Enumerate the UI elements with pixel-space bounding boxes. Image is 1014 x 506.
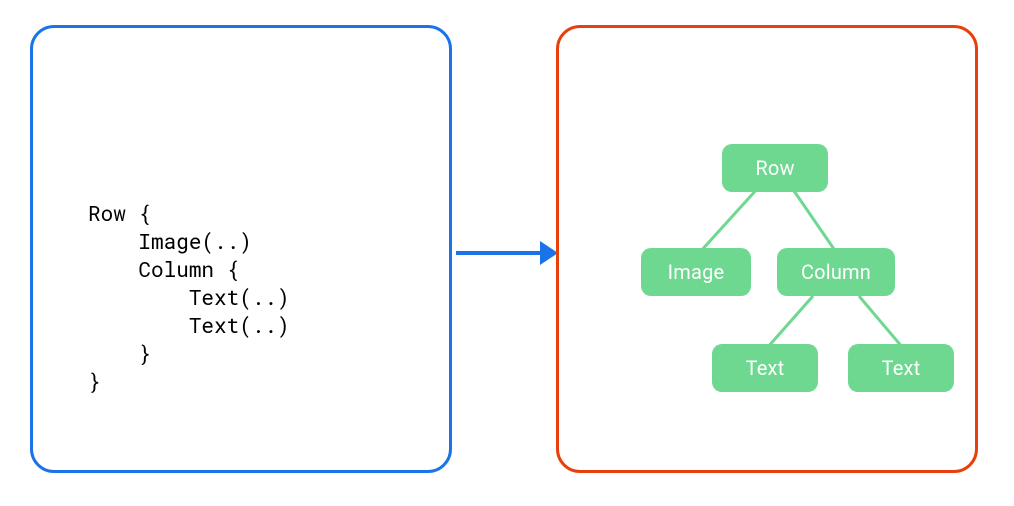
- code-block: Row { Image(..) Column { Text(..) Text(.…: [88, 199, 290, 395]
- code-line: Text(..): [88, 311, 290, 339]
- tree-node-image: Image: [641, 248, 751, 296]
- tree-node-text-left: Text: [712, 344, 818, 392]
- tree-node-label: Text: [882, 356, 921, 380]
- arrow-icon: [456, 245, 556, 261]
- code-line: Image(..): [88, 227, 252, 255]
- tree-node-root: Row: [722, 144, 828, 192]
- code-line: Text(..): [88, 283, 290, 311]
- tree-connectors: [559, 28, 975, 470]
- tree-node-label: Row: [755, 156, 794, 180]
- code-line: Row {: [88, 199, 151, 227]
- tree-node-label: Text: [746, 356, 785, 380]
- tree-node-label: Column: [801, 260, 871, 284]
- code-line: }: [88, 339, 151, 367]
- tree-panel: Row Image Column Text Text: [556, 25, 978, 473]
- code-line: }: [88, 367, 101, 395]
- tree-node-column: Column: [777, 248, 895, 296]
- tree-node-label: Image: [668, 260, 725, 284]
- code-line: Column {: [88, 255, 239, 283]
- code-panel: Row { Image(..) Column { Text(..) Text(.…: [30, 25, 452, 473]
- diagram-stage: Row { Image(..) Column { Text(..) Text(.…: [0, 0, 1014, 506]
- tree-node-text-right: Text: [848, 344, 954, 392]
